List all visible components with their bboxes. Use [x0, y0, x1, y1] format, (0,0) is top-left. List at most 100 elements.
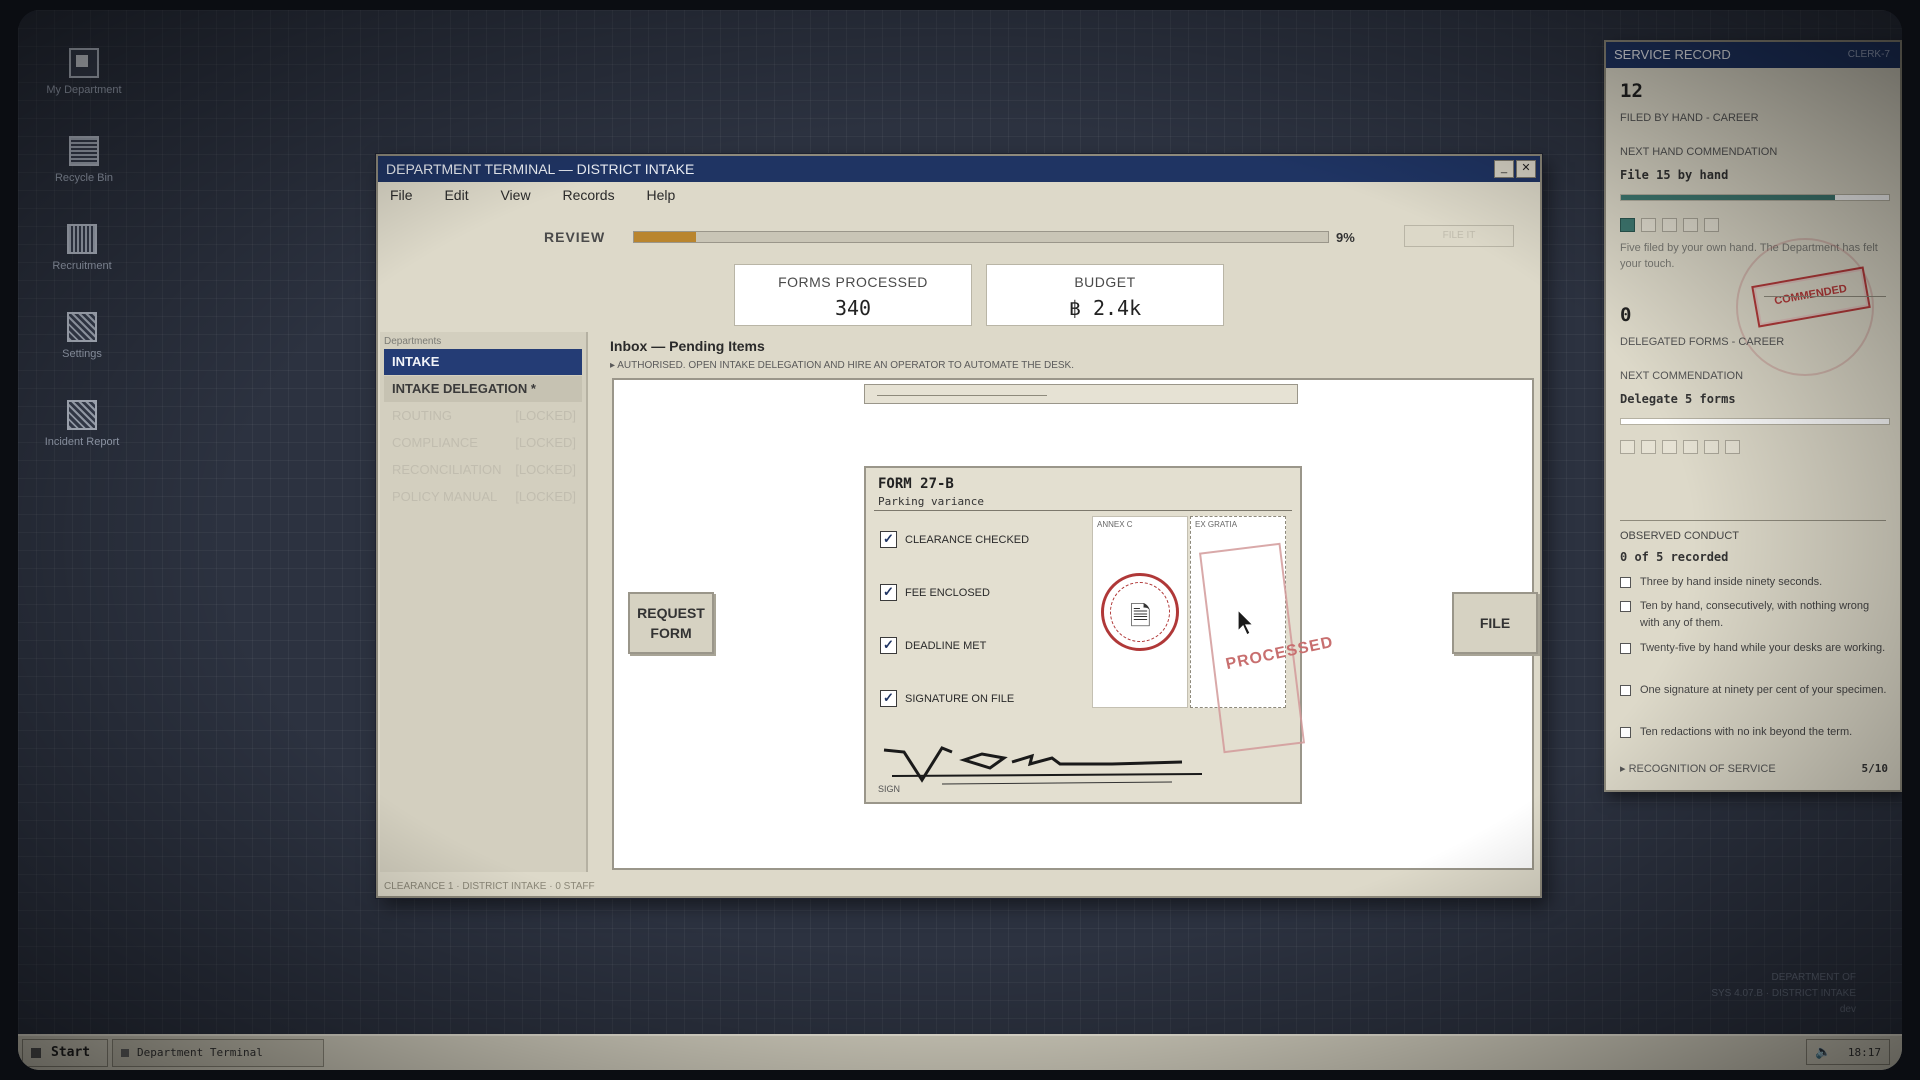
menu-view[interactable]: View: [500, 187, 530, 203]
request-form-button[interactable]: REQUEST FORM: [628, 592, 714, 654]
forms-processed-label: FORMS PROCESSED: [778, 274, 928, 290]
forms-processed-value: 340: [834, 296, 872, 320]
desktop-icon-incident-report[interactable]: Incident Report: [32, 400, 132, 448]
objective-item: Ten redactions with no ink beyond the te…: [1620, 724, 1888, 741]
desktop-icon-label: Incident Report: [44, 436, 120, 448]
checkbox-empty-icon: [1620, 643, 1631, 654]
check-label: SIGNATURE ON FILE: [905, 693, 1015, 705]
objective-item: Three by hand inside ninety seconds.: [1620, 574, 1888, 591]
ex-gratia-slot[interactable]: EX GRATIA PROCESSED: [1190, 516, 1335, 754]
checkbox-checked-icon: ✓: [880, 689, 897, 707]
locked-tag: [LOCKED]: [515, 462, 576, 477]
file-it-button[interactable]: FILE IT: [1404, 225, 1514, 247]
desktop-icon-label: Recycle Bin: [54, 172, 114, 184]
locked-tag: [LOCKED]: [515, 489, 576, 504]
menu-edit[interactable]: Edit: [444, 187, 468, 203]
sidebar-item-intake-delegation[interactable]: INTAKE DELEGATION *: [384, 376, 582, 402]
pip: [1704, 440, 1719, 454]
speaker-icon[interactable]: 🔈: [1815, 1040, 1831, 1066]
review-percent: 9%: [1336, 230, 1355, 245]
checkbox-empty-icon: [1620, 601, 1631, 612]
delegated-pips: [1620, 440, 1746, 459]
checkbox-deadline[interactable]: ✓ DEADLINE MET: [880, 636, 1080, 656]
form-tray-slot[interactable]: [864, 384, 1298, 404]
sidebar-item-label: RECONCILIATION: [392, 462, 502, 477]
checkbox-empty-icon: [1620, 685, 1631, 696]
form-subtitle: Parking variance: [878, 495, 984, 508]
recognition-count: 5/10: [1861, 762, 1889, 775]
next-hand-commendation-value: File 15 by hand: [1620, 168, 1729, 182]
departments-heading: Departments: [384, 336, 442, 347]
objective-item: One signature at ninety per cent of your…: [1620, 682, 1888, 699]
clerk-id: CLERK-7: [1847, 49, 1890, 60]
review-row: REVIEW 9% FILE IT: [378, 225, 1540, 248]
menu-help[interactable]: Help: [646, 187, 675, 203]
pip: [1662, 440, 1677, 454]
minimize-button[interactable]: _: [1494, 160, 1514, 178]
annex-c-slot[interactable]: ANNEX C 🗎: [1092, 516, 1188, 708]
forms-processed-card: FORMS PROCESSED 340: [734, 264, 972, 326]
menu-bar: File Edit View Records Help: [378, 182, 1540, 208]
department-terminal-window: DEPARTMENT TERMINAL — DISTRICT INTAKE _ …: [376, 154, 1542, 898]
desktop-icon-my-department[interactable]: My Department: [34, 48, 134, 96]
review-progress-bar: [633, 231, 1329, 243]
check-label: DEADLINE MET: [905, 640, 987, 652]
desktop-icon-label: Recruitment: [52, 260, 112, 272]
checkbox-clearance[interactable]: ✓ CLEARANCE CHECKED: [880, 530, 1080, 550]
checkbox-signature[interactable]: ✓ SIGNATURE ON FILE: [880, 689, 1080, 709]
budget-card: BUDGET ฿ 2.4k: [986, 264, 1224, 326]
system-version-info: DEPARTMENT OF SYS 4.07.B · DISTRICT INTA…: [1711, 972, 1856, 1015]
cursor-icon: [1237, 609, 1255, 636]
checkbox-empty-icon: [1620, 727, 1631, 738]
start-button[interactable]: Start: [22, 1039, 108, 1067]
pip: [1683, 440, 1698, 454]
checkbox-checked-icon: ✓: [880, 530, 897, 548]
budget-value: ฿ 2.4k: [1068, 296, 1142, 320]
document-icon: 🗎: [1130, 601, 1151, 631]
delegated-count: 0: [1620, 304, 1632, 326]
inbox-title: Inbox — Pending Items: [610, 338, 765, 354]
locked-tag: [LOCKED]: [515, 408, 576, 423]
checkbox-checked-icon: ✓: [880, 636, 897, 654]
pip: [1704, 218, 1719, 232]
sidebar-item-intake[interactable]: INTAKE: [384, 349, 582, 375]
next-hand-commendation-label: NEXT HAND COMMENDATION: [1620, 146, 1778, 158]
budget-label: BUDGET: [1074, 274, 1136, 290]
delegated-label: DELEGATED FORMS - CAREER: [1620, 336, 1785, 348]
pip: [1683, 218, 1698, 232]
desktop-icon-settings[interactable]: Settings: [32, 312, 132, 360]
sidebar-item-routing: ROUTING [LOCKED]: [384, 403, 582, 429]
pip: [1620, 218, 1635, 232]
hand-progress-bar: [1620, 194, 1890, 201]
pip: [1725, 440, 1740, 454]
hand-pips: [1620, 218, 1725, 237]
form-title: FORM 27-B: [878, 476, 954, 492]
menu-file[interactable]: File: [390, 187, 413, 203]
report-icon: [67, 400, 97, 430]
window-titlebar[interactable]: DEPARTMENT TERMINAL — DISTRICT INTAKE _ …: [378, 156, 1540, 182]
close-button[interactable]: ✕: [1516, 160, 1536, 178]
clock: 18:17: [1847, 1046, 1881, 1059]
checkbox-fee[interactable]: ✓ FEE ENCLOSED: [880, 583, 1080, 603]
system-tray: 🔈 18:17: [1806, 1039, 1890, 1065]
desktop-icon-recycle-bin[interactable]: Recycle Bin: [34, 136, 134, 184]
sidebar-item-policy-manual: POLICY MANUAL [LOCKED]: [384, 484, 582, 510]
annex-label: EX GRATIA: [1195, 520, 1238, 529]
pip: [1620, 440, 1635, 454]
panel-title: SERVICE RECORD: [1614, 47, 1731, 62]
recognition-label: ▸ RECOGNITION OF SERVICE: [1620, 763, 1776, 775]
sidebar-item-label: COMPLIANCE: [392, 435, 478, 450]
menu-records[interactable]: Records: [562, 187, 614, 203]
form-27b[interactable]: FORM 27-B Parking variance ✓ CLEARANCE CH…: [864, 466, 1335, 804]
department-seal-stamp: 🗎: [1101, 573, 1179, 651]
delegated-progress-bar: [1620, 418, 1890, 425]
taskbar-item-department-terminal[interactable]: Department Terminal: [112, 1039, 324, 1067]
service-record-panel: SERVICE RECORD CLERK-7 12 FILED BY HAND …: [1604, 40, 1902, 792]
file-button[interactable]: FILE: [1452, 592, 1538, 654]
taskbar: Start Department Terminal 🔈 18:17: [18, 1034, 1902, 1070]
desktop-icon-recruitment[interactable]: Recruitment: [32, 224, 132, 272]
desk-workspace: REQUEST FORM FILE FORM 27-B Parking vari…: [612, 378, 1538, 870]
checkbox-empty-icon: [1620, 577, 1631, 588]
recycle-bin-icon: [69, 136, 99, 166]
recognition-of-service-toggle[interactable]: ▸ RECOGNITION OF SERVICE 5/10: [1620, 762, 1888, 775]
